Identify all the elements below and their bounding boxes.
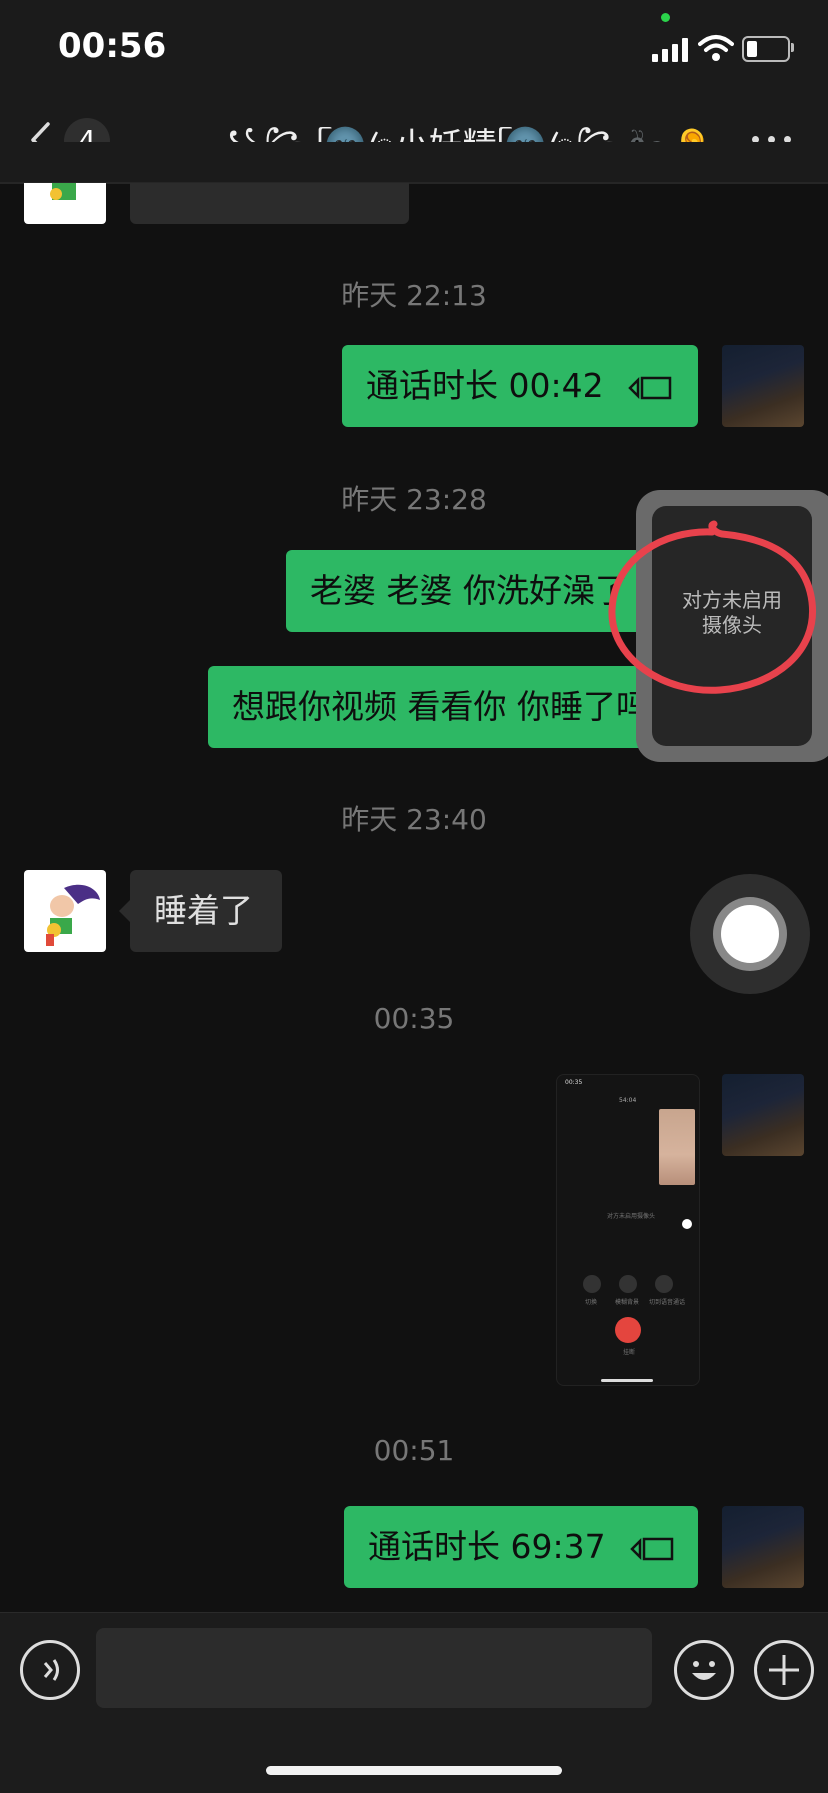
shot-clock: 00:35 <box>565 1079 583 1086</box>
wifi-icon <box>698 35 734 61</box>
contact-avatar[interactable] <box>24 870 106 952</box>
shot-assistive-dot <box>682 1219 692 1229</box>
timestamp: 00:51 <box>373 1434 455 1467</box>
shot-duration: 54:04 <box>619 1097 637 1104</box>
call-duration-text: 通话时长 69:37 <box>368 1527 606 1566</box>
cartoon-girl-icon <box>46 884 100 946</box>
plus-icon[interactable] <box>754 1640 814 1700</box>
shot-home-indicator <box>601 1379 653 1382</box>
battery-tip <box>791 43 794 52</box>
shot-hangup-icon <box>615 1317 641 1343</box>
video-call-icon <box>628 376 672 399</box>
shot-center-text: 对方未启用摄像头 <box>607 1213 656 1220</box>
shot-blur-icon <box>619 1275 637 1293</box>
message-text: 睡着了 <box>154 891 253 930</box>
top-divider <box>0 182 828 183</box>
message-text: 老婆 老婆 你洗好澡了 <box>310 571 628 610</box>
voice-input-icon[interactable] <box>20 1640 80 1700</box>
my-avatar[interactable] <box>722 1506 804 1588</box>
shot-voice-switch-icon <box>655 1275 673 1293</box>
timestamp: 昨天 23:40 <box>341 803 487 836</box>
image-message-screenshot[interactable]: 00:35 54:04 对方未启用摄像头 切换 模糊背景 切到语音通话 挂断 <box>556 1074 700 1386</box>
my-avatar[interactable] <box>722 345 804 427</box>
shot-switch-camera-icon <box>583 1275 601 1293</box>
timestamp: 昨天 22:13 <box>341 279 487 312</box>
my-avatar[interactable] <box>722 1074 804 1156</box>
shot-btn-label: 切换 <box>585 1299 598 1306</box>
incoming-text-bubble[interactable]: 睡着了 <box>119 870 282 952</box>
outgoing-call-bubble[interactable]: 通话时长 69:37 <box>344 1506 698 1588</box>
camera-indicator-dot <box>661 13 670 22</box>
message-text: 想跟你视频 看看你 你睡了吗 <box>232 687 649 726</box>
emoji-icon[interactable] <box>674 1640 734 1700</box>
call-duration-text: 通话时长 00:42 <box>366 366 604 405</box>
battery-icon <box>742 36 790 62</box>
home-indicator <box>266 1766 562 1775</box>
outgoing-call-bubble[interactable]: 通话时长 00:42 <box>342 345 698 427</box>
status-clock: 00:56 <box>58 26 167 66</box>
top-bar-overlap <box>0 142 828 182</box>
shot-hangup-label: 挂断 <box>623 1349 636 1356</box>
timestamp: 00:35 <box>373 1002 455 1035</box>
message-input[interactable] <box>96 1628 652 1708</box>
shot-btn-label: 模糊背景 <box>615 1299 640 1306</box>
video-call-icon <box>630 1537 674 1560</box>
red-annotation-circle <box>608 520 817 694</box>
signal-icon <box>652 38 690 62</box>
shot-btn-label: 切到语音通话 <box>649 1299 686 1306</box>
assistive-touch-core <box>721 905 779 963</box>
shot-caller-video <box>659 1109 695 1185</box>
